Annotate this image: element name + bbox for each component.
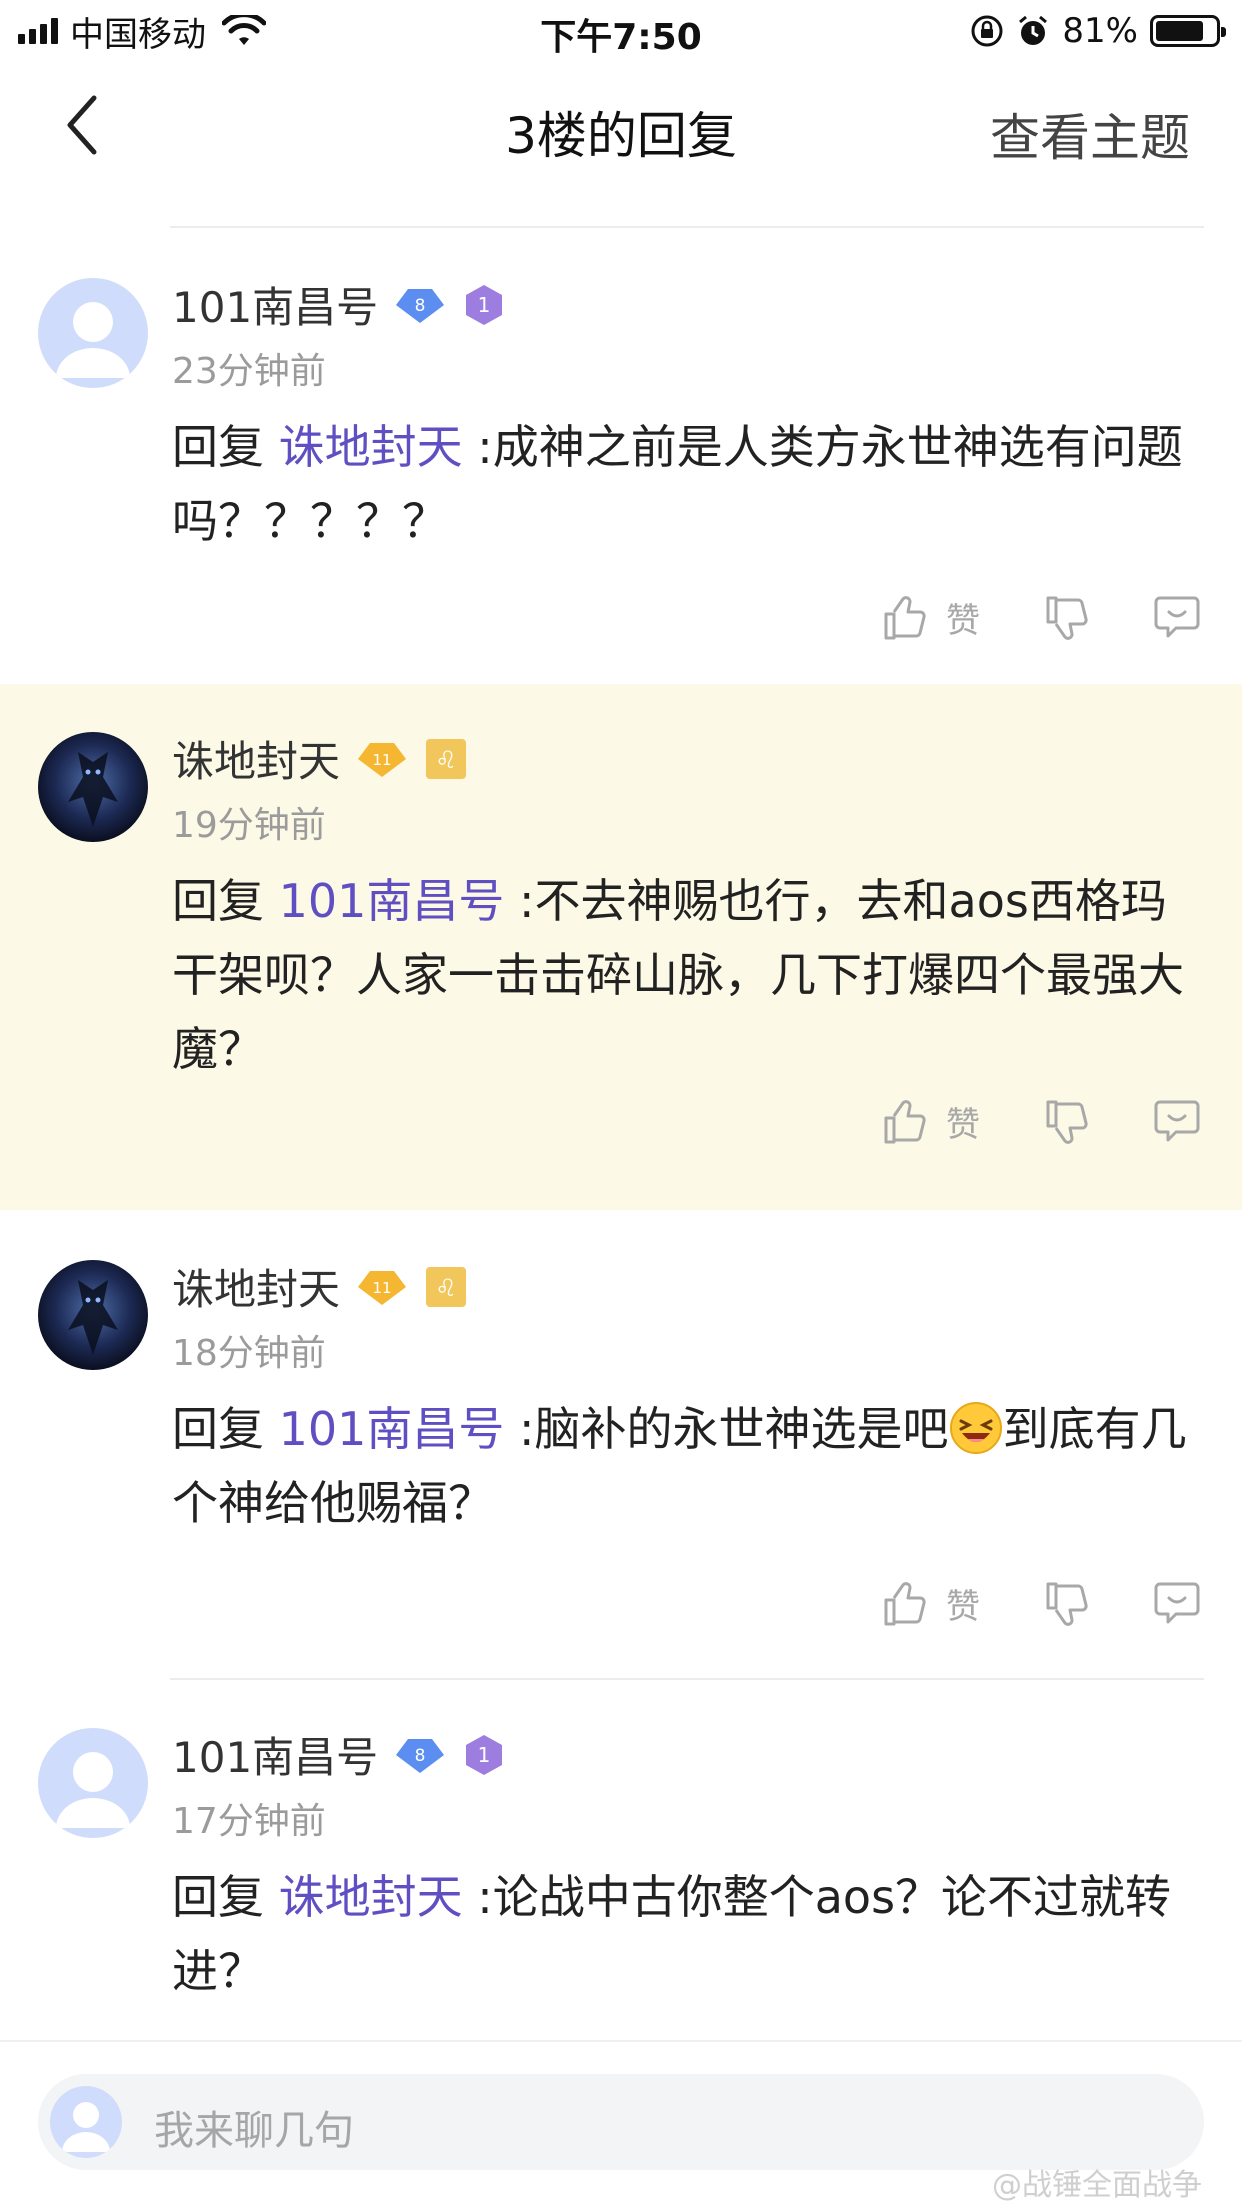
- reply-button[interactable]: [1152, 592, 1202, 642]
- divider: [170, 226, 1204, 228]
- mention-link[interactable]: 101南昌号: [279, 874, 505, 928]
- level-badge-icon: 11: [358, 742, 407, 777]
- svg-text:1: 1: [478, 293, 491, 317]
- battery-icon: [1150, 15, 1226, 47]
- dislike-button[interactable]: [1042, 592, 1092, 642]
- username[interactable]: 101南昌号: [172, 274, 378, 335]
- avatar[interactable]: [38, 732, 148, 842]
- thumb-up-icon: [884, 596, 926, 640]
- rank-badge-icon: 1: [466, 1734, 503, 1775]
- level-badge-icon: 8: [396, 1738, 445, 1773]
- rank-badge-icon: ♌: [426, 738, 467, 779]
- comment-item: 诛地封天 11 ♌ 18分钟前 回复 101南昌号 :脑补的永世神选是吧 到底有几…: [0, 1212, 1242, 1678]
- comment-item: 101南昌号 8 1 23分钟前 回复 诛地封天 :成神之前是人类方永世神选有问…: [0, 230, 1242, 682]
- comment-bubble-icon: [1154, 596, 1200, 638]
- laughing-emoji-icon: [949, 1402, 1002, 1454]
- avatar[interactable]: [38, 1728, 148, 1838]
- comment-bubble-icon: [1154, 1100, 1200, 1142]
- thumb-down-icon: [1046, 1100, 1088, 1144]
- avatar[interactable]: [38, 1260, 148, 1370]
- like-button[interactable]: 赞: [880, 1096, 1042, 1146]
- comment-time: 23分钟前: [172, 351, 326, 392]
- comment-content: :脑补的永世神选是吧: [504, 1402, 949, 1456]
- battery-percent: 81%: [1062, 11, 1138, 51]
- reply-button[interactable]: [1152, 1096, 1202, 1146]
- mention-link[interactable]: 诛地封天: [279, 420, 463, 474]
- comment-time: 17分钟前: [172, 1801, 326, 1842]
- like-button[interactable]: 赞: [880, 592, 1042, 642]
- watermark: @战锤全面战争: [992, 2168, 1202, 2203]
- svg-text:♌: ♌: [435, 746, 457, 774]
- reply-prefix: 回复: [172, 1870, 279, 1924]
- reply-button[interactable]: [1152, 1578, 1202, 1628]
- svg-text:♌: ♌: [435, 1274, 457, 1302]
- like-label: 赞: [946, 1586, 980, 1627]
- mention-link[interactable]: 诛地封天: [279, 1870, 463, 1924]
- reply-prefix: 回复: [172, 1402, 279, 1456]
- avatar: [50, 2086, 122, 2158]
- username[interactable]: 101南昌号: [172, 1724, 378, 1785]
- input-placeholder: 我来聊几句: [154, 2108, 354, 2154]
- rank-badge-icon: 1: [466, 284, 503, 325]
- thumb-down-icon: [1046, 1582, 1088, 1626]
- dislike-button[interactable]: [1042, 1096, 1092, 1146]
- reply-prefix: 回复: [172, 874, 279, 928]
- like-label: 赞: [946, 600, 980, 641]
- thumb-down-icon: [1046, 596, 1088, 640]
- comment-item: 101南昌号 8 1 17分钟前 回复 诛地封天 :论战中古你整个aos？论不过…: [0, 1680, 1242, 2040]
- svg-text:8: 8: [415, 1746, 426, 1766]
- svg-text:11: 11: [372, 751, 391, 769]
- battery-fill: [1156, 21, 1203, 41]
- view-topic-button[interactable]: 查看主题: [990, 98, 1190, 170]
- like-button[interactable]: 赞: [880, 1578, 1042, 1628]
- comment-text: 回复 101南昌号 :不去神赐也行，去和aos西格玛干架呗？人家一击击碎山脉，几…: [172, 864, 1200, 1086]
- reply-prefix: 回复: [172, 420, 279, 474]
- comment-time: 18分钟前: [172, 1333, 326, 1374]
- comment-text: 回复 101南昌号 :脑补的永世神选是吧 到底有几个神给他赐福？: [172, 1392, 1200, 1540]
- bottom-input-bar: 我来聊几句 @战锤全面战争: [0, 2040, 1242, 2210]
- username[interactable]: 诛地封天: [172, 1256, 340, 1317]
- status-bar: 中国移动 下午7:50 81%: [0, 0, 1242, 62]
- svg-text:1: 1: [478, 1743, 491, 1767]
- comment-item: 诛地封天 11 ♌ 19分钟前 回复 101南昌号 :不去神赐也行，去和aos西…: [0, 684, 1242, 1210]
- rank-badge-icon: ♌: [426, 1266, 467, 1307]
- thumb-up-icon: [884, 1582, 926, 1626]
- level-badge-icon: 8: [396, 288, 445, 323]
- mention-link[interactable]: 101南昌号: [279, 1402, 505, 1456]
- level-badge-icon: 11: [358, 1270, 407, 1305]
- comment-bubble-icon: [1154, 1582, 1200, 1624]
- dislike-button[interactable]: [1042, 1578, 1092, 1628]
- alarm-icon: [1019, 15, 1048, 45]
- avatar[interactable]: [38, 278, 148, 388]
- like-label: 赞: [946, 1104, 980, 1145]
- comment-time: 19分钟前: [172, 805, 326, 846]
- nav-bar: 3楼的回复 查看主题: [0, 62, 1242, 192]
- orientation-lock-icon: [971, 15, 1003, 47]
- svg-text:8: 8: [415, 296, 426, 316]
- username[interactable]: 诛地封天: [172, 728, 340, 789]
- comment-text: 回复 诛地封天 :成神之前是人类方永世神选有问题吗？？？？？: [172, 410, 1200, 558]
- svg-text:11: 11: [372, 1279, 391, 1297]
- thumb-up-icon: [884, 1100, 926, 1144]
- reply-input[interactable]: 我来聊几句: [38, 2074, 1204, 2170]
- comment-text: 回复 诛地封天 :论战中古你整个aos？论不过就转进？: [172, 1860, 1200, 2008]
